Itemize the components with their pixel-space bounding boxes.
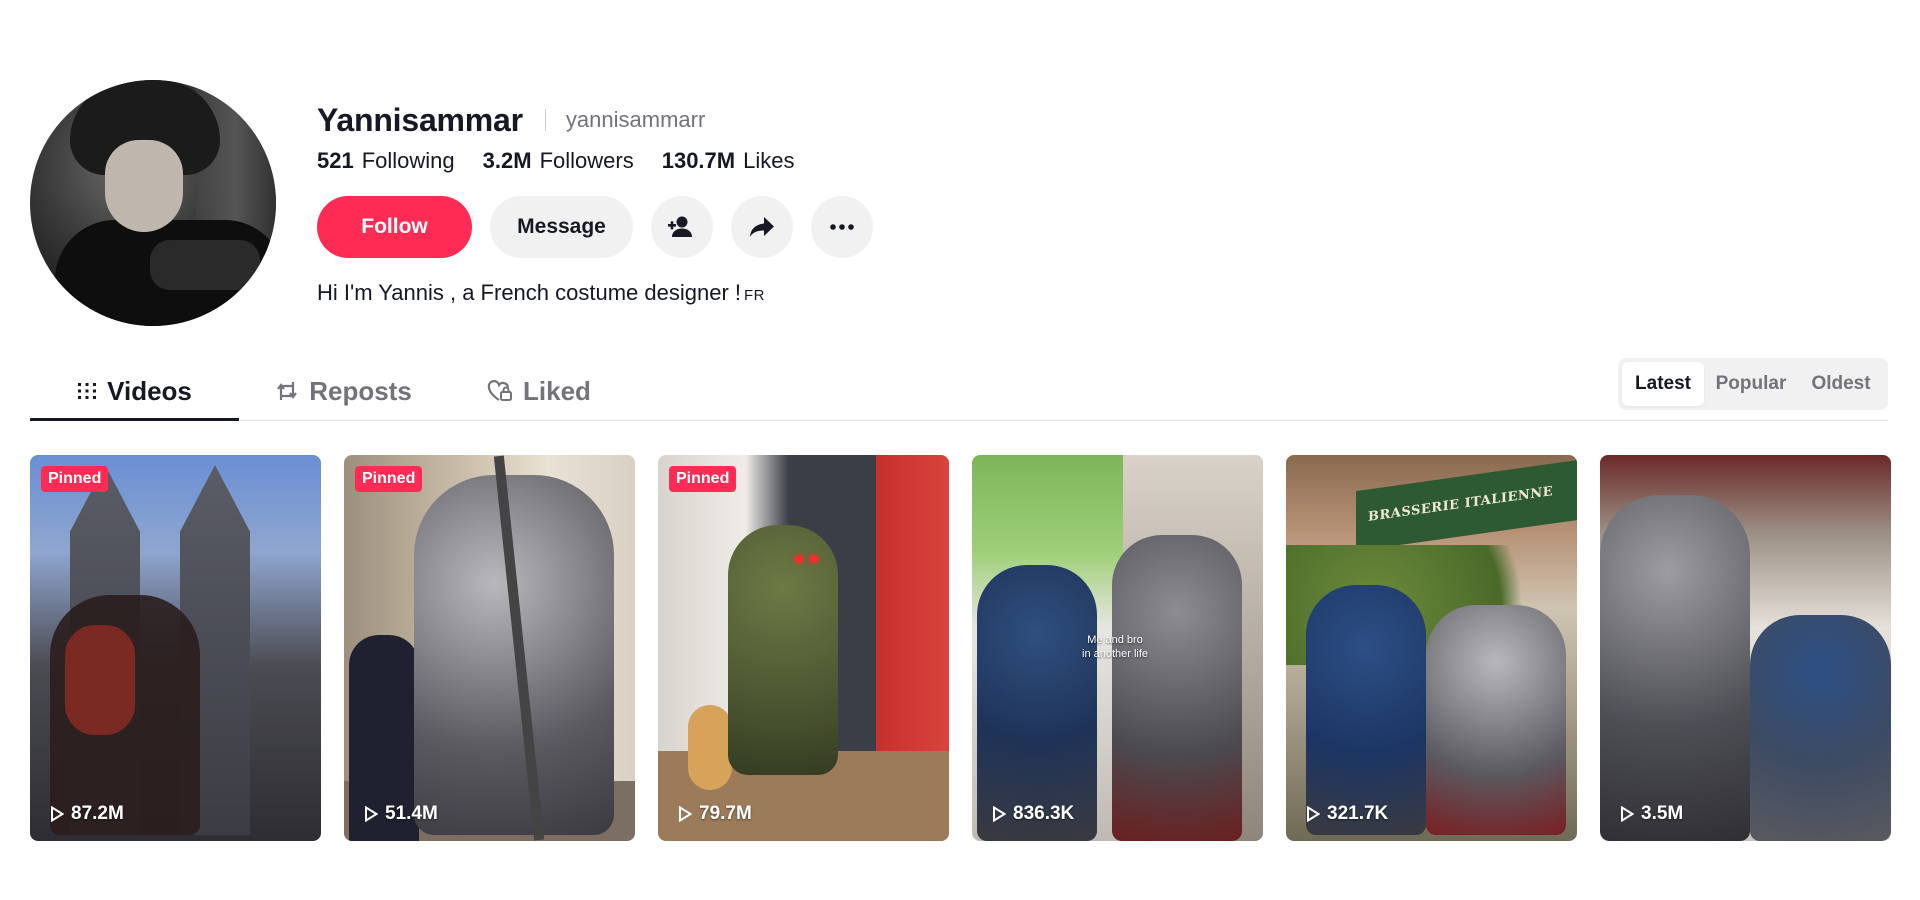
view-count-value: 3.5M bbox=[1641, 803, 1684, 824]
profile-info: Yannisammar yannisammarr 521 Following 3… bbox=[317, 80, 873, 306]
pinned-badge: Pinned bbox=[669, 466, 737, 492]
suggested-accounts-button[interactable] bbox=[651, 196, 713, 258]
stat-followers[interactable]: 3.2M Followers bbox=[483, 148, 634, 174]
sort-popular[interactable]: Popular bbox=[1704, 362, 1798, 406]
video-grid: Pinned 87.2M Pinned 51.4M Pinned 79.7M M bbox=[30, 455, 1891, 841]
video-card[interactable]: 3.5M bbox=[1600, 455, 1891, 841]
video-thumbnail: BRASSERIE ITALIENNE bbox=[1286, 455, 1577, 841]
view-count: 51.4M bbox=[364, 803, 438, 825]
grid-icon bbox=[78, 383, 97, 399]
stat-following-count: 521 bbox=[317, 148, 354, 173]
repost-icon bbox=[277, 382, 298, 400]
video-card[interactable]: BRASSERIE ITALIENNE 321.7K bbox=[1286, 455, 1577, 841]
stat-likes: 130.7M Likes bbox=[662, 148, 795, 174]
sort-latest[interactable]: Latest bbox=[1622, 362, 1704, 406]
avatar[interactable] bbox=[30, 80, 276, 326]
video-card[interactable]: Me and bro in another life 836.3K bbox=[972, 455, 1263, 841]
tab-videos[interactable]: Videos bbox=[30, 360, 239, 422]
username: yannisammarr bbox=[565, 107, 706, 132]
view-count: 3.5M bbox=[1620, 803, 1683, 825]
more-options-button[interactable] bbox=[811, 196, 873, 258]
edge-menu-glyph: ⋮ bbox=[1912, 86, 1920, 112]
view-count-value: 87.2M bbox=[71, 803, 124, 824]
share-arrow-icon bbox=[750, 217, 774, 237]
active-tab-indicator bbox=[30, 418, 239, 421]
view-count: 87.2M bbox=[50, 803, 124, 825]
stat-following-label: Following bbox=[361, 148, 455, 173]
view-count: 79.7M bbox=[678, 803, 752, 825]
name-row: Yannisammar yannisammarr bbox=[317, 98, 873, 142]
message-button[interactable]: Message bbox=[490, 196, 633, 258]
stat-followers-count: 3.2M bbox=[482, 148, 532, 173]
view-count: 321.7K bbox=[1306, 803, 1388, 825]
view-count-value: 321.7K bbox=[1327, 803, 1389, 824]
sort-oldest[interactable]: Oldest bbox=[1798, 362, 1884, 406]
bio-text: Hi I'm Yannis , a French costume designe… bbox=[317, 280, 742, 305]
stat-likes-count: 130.7M bbox=[661, 148, 736, 173]
name-divider bbox=[544, 109, 546, 131]
view-count-value: 836.3K bbox=[1013, 803, 1075, 824]
video-thumbnail bbox=[658, 455, 949, 841]
stat-likes-label: Likes bbox=[743, 148, 795, 173]
video-thumbnail bbox=[30, 455, 321, 841]
profile-actions: Follow Message bbox=[317, 196, 873, 258]
sort-toggle: Latest Popular Oldest bbox=[1618, 358, 1888, 410]
tab-liked[interactable]: Liked bbox=[448, 360, 630, 422]
heart-lock-icon bbox=[487, 380, 513, 401]
display-name: Yannisammar bbox=[317, 101, 523, 138]
tab-videos-label: Videos bbox=[107, 375, 192, 406]
video-thumbnail bbox=[1600, 455, 1891, 841]
more-dots-icon bbox=[830, 224, 854, 230]
play-icon bbox=[993, 806, 1006, 822]
pinned-badge: Pinned bbox=[355, 466, 423, 492]
view-count-value: 79.7M bbox=[699, 803, 752, 824]
view-count: 836.3K bbox=[992, 803, 1074, 825]
video-thumbnail bbox=[344, 455, 635, 841]
view-count-value: 51.4M bbox=[385, 803, 438, 824]
play-icon bbox=[679, 806, 692, 822]
video-card[interactable]: Pinned 51.4M bbox=[344, 455, 635, 841]
add-person-icon bbox=[668, 216, 692, 237]
profile-tabs: Videos Reposts Liked bbox=[30, 360, 630, 422]
tabs-divider bbox=[30, 420, 1888, 421]
tab-reposts-label: Reposts bbox=[309, 375, 412, 406]
stat-following[interactable]: 521 Following bbox=[317, 148, 455, 174]
tab-reposts[interactable]: Reposts bbox=[239, 360, 448, 422]
play-icon bbox=[365, 806, 378, 822]
follow-button[interactable]: Follow bbox=[317, 196, 472, 258]
play-icon bbox=[1621, 806, 1634, 822]
bio-flag: FR bbox=[744, 287, 766, 304]
video-card[interactable]: Pinned 87.2M bbox=[30, 455, 321, 841]
video-card[interactable]: Pinned 79.7M bbox=[658, 455, 949, 841]
profile-stats: 521 Following 3.2M Followers 130.7M Like… bbox=[317, 148, 873, 182]
tab-liked-label: Liked bbox=[523, 375, 591, 406]
play-icon bbox=[1307, 806, 1320, 822]
video-caption: Me and bro in another life bbox=[1082, 634, 1149, 660]
profile-header: Yannisammar yannisammarr 521 Following 3… bbox=[30, 80, 1890, 330]
stat-followers-label: Followers bbox=[539, 148, 634, 173]
play-icon bbox=[51, 806, 64, 822]
share-button[interactable] bbox=[731, 196, 793, 258]
pinned-badge: Pinned bbox=[41, 466, 109, 492]
profile-bio: Hi I'm Yannis , a French costume designe… bbox=[317, 280, 873, 306]
